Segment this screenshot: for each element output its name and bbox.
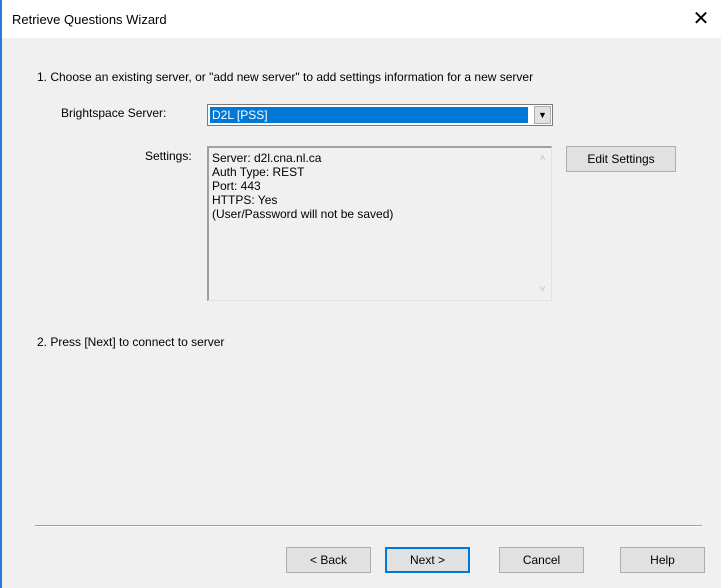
step2-instruction: 2. Press [Next] to connect to server [37,335,225,349]
edit-settings-button[interactable]: Edit Settings [566,146,676,172]
chevron-down-icon[interactable]: ▼ [534,106,551,124]
window-title: Retrieve Questions Wizard [12,12,167,27]
next-button[interactable]: Next > [385,547,470,573]
settings-textarea[interactable]: Server: d2l.cna.nl.ca Auth Type: REST Po… [207,146,552,301]
step1-instruction: 1. Choose an existing server, or "add ne… [37,70,534,84]
scroll-down-icon[interactable]: ˅ [534,281,551,298]
help-button[interactable]: Help [620,547,705,573]
server-label: Brightspace Server: [61,106,167,120]
settings-label: Settings: [145,149,192,163]
server-selected-value[interactable]: D2L [PSS] [210,107,528,123]
cancel-button[interactable]: Cancel [499,547,584,573]
close-icon[interactable]: ✕ [681,4,721,34]
server-dropdown[interactable]: D2L [PSS] ▼ [207,104,553,126]
back-button[interactable]: < Back [286,547,371,573]
settings-text: Server: d2l.cna.nl.ca Auth Type: REST Po… [212,151,394,221]
title-bar: Retrieve Questions Wizard ✕ [2,0,721,38]
footer-separator [35,525,702,527]
scroll-up-icon[interactable]: ˄ [534,150,551,167]
settings-scrollbar[interactable]: ˄ ˅ [534,148,551,300]
